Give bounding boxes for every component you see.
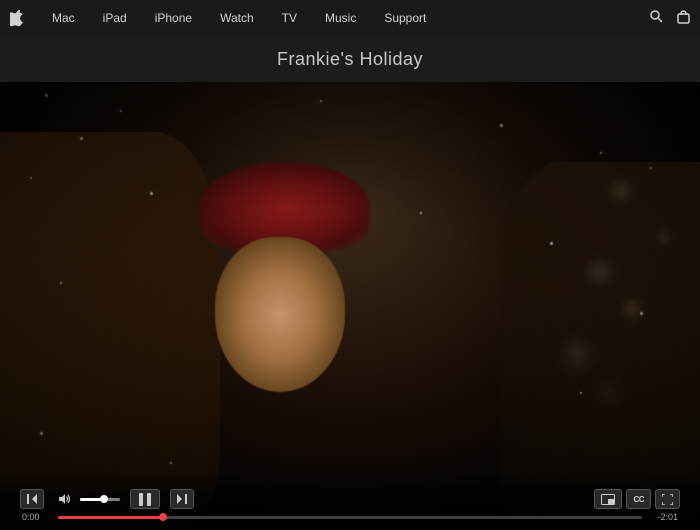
progress-track[interactable] [58,516,642,519]
fullscreen-button[interactable] [655,489,680,509]
progress-knob [159,513,167,521]
nav-items: Mac iPad iPhone Watch TV Music Support [38,0,650,36]
time-remaining: -2:01 [648,512,678,522]
vignette-overlay [0,82,700,530]
nav-item-watch[interactable]: Watch [206,0,268,36]
rewind-button[interactable] [20,489,44,509]
navigation: Mac iPad iPhone Watch TV Music Support [0,0,700,36]
video-container[interactable]: CC 0:00 -2:01 [0,82,700,530]
nav-item-iphone[interactable]: iPhone [141,0,206,36]
pip-button[interactable] [594,489,622,509]
nav-icon-group [650,10,690,27]
video-controls: CC 0:00 -2:01 [0,470,700,530]
nav-item-mac[interactable]: Mac [38,0,89,36]
title-bar: Frankie's Holiday [0,36,700,82]
bag-icon[interactable] [677,10,690,27]
page-title: Frankie's Holiday [277,49,423,70]
nav-item-support[interactable]: Support [370,0,440,36]
play-pause-button[interactable] [130,489,160,509]
volume-button[interactable] [54,489,76,509]
search-icon[interactable] [650,10,663,26]
cc-button[interactable]: CC [626,489,651,509]
volume-area [54,489,120,509]
nav-item-tv[interactable]: TV [268,0,311,36]
video-frame: CC 0:00 -2:01 [0,82,700,530]
right-controls: CC [594,489,680,509]
progress-fill [58,516,163,519]
controls-buttons-row: CC [0,489,700,509]
apple-logo-icon[interactable] [10,10,24,27]
volume-knob [100,495,108,503]
time-current: 0:00 [22,512,52,522]
nav-item-ipad[interactable]: iPad [89,0,141,36]
forward-button[interactable] [170,489,194,509]
nav-item-music[interactable]: Music [311,0,370,36]
progress-row: 0:00 -2:01 [0,509,700,522]
volume-slider[interactable] [80,498,120,501]
